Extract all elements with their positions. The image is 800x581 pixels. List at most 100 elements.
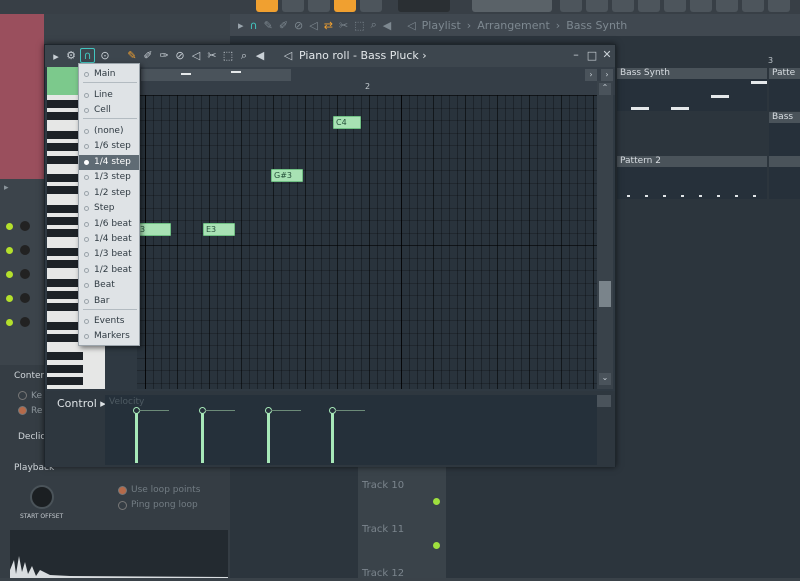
black-key[interactable]: [47, 352, 83, 361]
clip-bass[interactable]: [769, 123, 800, 156]
toolbar-button[interactable]: [560, 0, 582, 12]
clip-pattern-head[interactable]: Patte: [769, 68, 800, 79]
menu-arrow-icon[interactable]: ▸: [49, 51, 63, 62]
toolbar-button[interactable]: [282, 0, 304, 12]
snap-option[interactable]: 1/4 step: [79, 155, 139, 170]
paint-icon[interactable]: ✑: [157, 50, 171, 61]
mute-icon[interactable]: ◁: [309, 19, 317, 32]
clip-bass-head[interactable]: Bass: [769, 112, 800, 123]
snap-option[interactable]: 1/6 step: [79, 139, 139, 154]
snap-option[interactable]: Line: [79, 88, 139, 103]
overview-bar[interactable]: [141, 69, 291, 81]
control-scroll[interactable]: [597, 395, 611, 407]
channel-led-2[interactable]: [6, 247, 13, 254]
clip-pattern3-head[interactable]: [769, 156, 800, 167]
delete-icon[interactable]: ⊘: [173, 50, 187, 61]
clip-pattern3[interactable]: [769, 167, 800, 199]
snap-option[interactable]: Bar: [79, 294, 139, 309]
snap-option[interactable]: Markers: [79, 329, 139, 344]
scroll-end-button[interactable]: ›: [601, 69, 613, 81]
speaker-icon[interactable]: ◀: [383, 19, 391, 32]
toolbar-button[interactable]: [742, 0, 764, 12]
pattern-crumb[interactable]: Bass Synth: [566, 19, 627, 32]
clip-bass-synth-head[interactable]: Bass Synth: [617, 68, 767, 79]
snap-icon[interactable]: ⊙: [98, 50, 112, 61]
minimize-icon[interactable]: –: [569, 49, 583, 60]
velocity-stem[interactable]: [135, 411, 138, 463]
clip-pattern[interactable]: [769, 79, 800, 111]
snap-option[interactable]: 1/2 beat: [79, 263, 139, 278]
keep-radio[interactable]: [18, 391, 27, 400]
black-key[interactable]: [47, 364, 83, 373]
close-icon[interactable]: ✕: [600, 49, 614, 60]
slice-icon[interactable]: ✂: [339, 19, 348, 32]
track-label-12[interactable]: Track 12: [358, 534, 446, 579]
note-block[interactable]: G#3: [271, 169, 303, 182]
toolbar-button[interactable]: [586, 0, 608, 12]
track-11-led[interactable]: [433, 498, 440, 505]
mute-icon[interactable]: ◁: [189, 50, 203, 61]
snap-option[interactable]: Beat: [79, 278, 139, 293]
channel-knob-2[interactable]: [20, 245, 30, 255]
channel-led-5[interactable]: [6, 319, 13, 326]
brush-icon[interactable]: ✐: [279, 19, 288, 32]
pencil-icon[interactable]: ✎: [264, 19, 273, 32]
channel-knob-5[interactable]: [20, 317, 30, 327]
clip-bass-synth[interactable]: [617, 79, 767, 111]
velocity-stem[interactable]: [331, 411, 334, 463]
note-block[interactable]: E3: [203, 223, 235, 236]
speaker-icon[interactable]: ◀: [253, 50, 267, 61]
snap-option[interactable]: 1/4 beat: [79, 232, 139, 247]
pattern-selector[interactable]: [472, 0, 552, 12]
velocity-stem[interactable]: [201, 411, 204, 463]
track-label-11[interactable]: Track 11: [358, 490, 446, 535]
toolbar-button[interactable]: [360, 0, 382, 12]
snap-option[interactable]: 1/3 beat: [79, 247, 139, 262]
snap-option[interactable]: 1/2 step: [79, 186, 139, 201]
maximize-icon[interactable]: □: [585, 50, 599, 61]
control-label[interactable]: Control ▸: [57, 397, 106, 410]
arrow-right-icon[interactable]: ▸: [238, 19, 244, 32]
snap-option[interactable]: Main: [79, 67, 139, 82]
note-grid[interactable]: C4 G#3 3 E3: [137, 95, 599, 389]
snap-option[interactable]: 1/3 step: [79, 170, 139, 185]
velocity-stem[interactable]: [267, 411, 270, 463]
channel-knob-1[interactable]: [20, 221, 30, 231]
toolbar-button[interactable]: [638, 0, 660, 12]
resample-radio[interactable]: [18, 406, 27, 415]
delete-icon[interactable]: ⊘: [294, 19, 303, 32]
toolbar-accent-button[interactable]: [256, 0, 278, 12]
toolbar-button[interactable]: [768, 0, 790, 12]
channel-led-3[interactable]: [6, 271, 13, 278]
magnet-icon[interactable]: ∩: [250, 19, 258, 32]
vertical-scrollbar[interactable]: ⌃ ⌄: [597, 81, 613, 389]
piano-roll-timeline[interactable]: › › 2: [137, 67, 615, 95]
velocity-lane[interactable]: Velocity: [105, 395, 597, 465]
slip-icon[interactable]: ⇄: [324, 19, 333, 32]
arrangement-crumb[interactable]: Arrangement: [477, 19, 550, 32]
note-block[interactable]: 3: [137, 223, 171, 236]
wrench-icon[interactable]: ⚙: [64, 50, 78, 61]
snap-option[interactable]: Step: [79, 201, 139, 216]
scroll-up-icon[interactable]: ⌃: [599, 83, 611, 95]
select-icon[interactable]: ⬚: [354, 19, 364, 32]
ping-pong-radio[interactable]: [118, 501, 127, 510]
zoom-icon[interactable]: ⌕: [237, 50, 251, 61]
track-12-led[interactable]: [433, 542, 440, 549]
expand-arrow-icon[interactable]: ▸: [4, 183, 9, 193]
clip-pattern2-head[interactable]: Pattern 2: [617, 156, 767, 167]
select-icon[interactable]: ⬚: [221, 50, 235, 61]
magnet-icon[interactable]: ∩: [80, 48, 95, 63]
snap-option[interactable]: Cell: [79, 103, 139, 118]
clip-pattern2[interactable]: [617, 167, 767, 199]
toolbar-button[interactable]: [308, 0, 330, 12]
black-key[interactable]: [47, 376, 83, 385]
channel-led-4[interactable]: [6, 295, 13, 302]
slice-icon[interactable]: ✂: [205, 50, 219, 61]
pencil-icon[interactable]: ✎: [125, 50, 139, 61]
brush-icon[interactable]: ✐: [141, 50, 155, 61]
toolbar-button[interactable]: [664, 0, 686, 12]
scroll-thumb[interactable]: [599, 281, 611, 307]
snap-option[interactable]: 1/6 beat: [79, 217, 139, 232]
scroll-right-button[interactable]: ›: [585, 69, 597, 81]
